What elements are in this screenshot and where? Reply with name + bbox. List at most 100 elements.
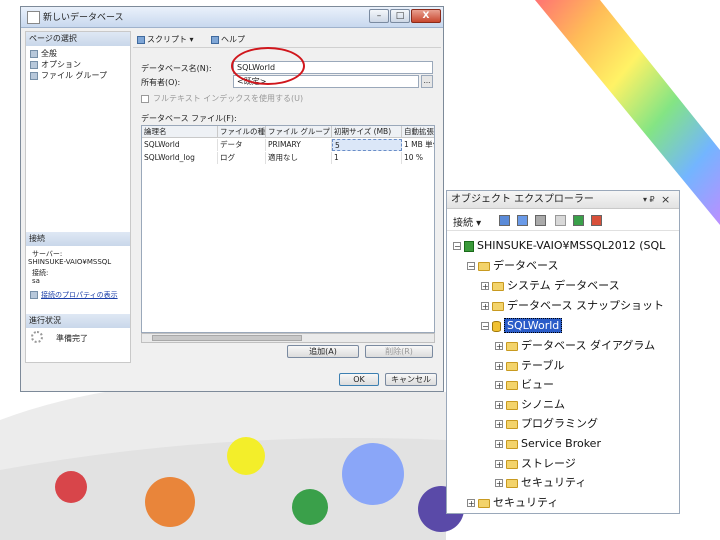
tree-node-label: ストレージ [521,457,576,470]
folder-icon [506,400,518,410]
tree-node-label: シノニム [521,398,565,411]
add-button[interactable]: 追加(A) [287,345,359,358]
folder-icon [478,261,490,271]
expand-icon[interactable]: + [481,282,489,291]
nav-item-options[interactable]: オプション [30,59,81,70]
tree-child-node[interactable]: + ビュー [495,376,554,394]
activity-monitor-icon[interactable] [591,215,602,226]
close-button[interactable]: X [411,9,441,23]
nav-item-label: オプション [41,60,81,69]
script-button[interactable]: スクリプト ▾ [137,34,194,45]
tree-node-label: ビュー [521,378,554,391]
tree-child-node[interactable]: + ストレージ [495,455,576,473]
col-header-logical-name[interactable]: 論理名 [142,126,218,138]
ok-button[interactable]: OK [339,373,379,386]
select-page-header: ページの選択 [26,32,130,46]
title-bar: 新しいデータベース – □ X [21,7,443,28]
expand-icon[interactable]: + [495,401,503,410]
col-header-autogrowth[interactable]: 自動拡張 [402,126,434,138]
tree-node-label: Service Broker [521,437,601,450]
connection-header: 接続 [26,232,130,246]
new-database-dialog: 新しいデータベース – □ X ページの選択 全般 オプション ファイル グルー… [20,6,444,392]
system-databases-label: システム データベース [507,279,620,292]
table-cell[interactable]: SQLWorld_log [142,152,218,164]
pin-icon[interactable]: ▾ ₽ [643,195,655,204]
col-header-file-type[interactable]: ファイルの種類 [218,126,266,138]
expand-icon[interactable]: + [495,440,503,449]
nav-item-general[interactable]: 全般 [30,48,57,59]
tree-node-label: データベース ダイアグラム [521,339,656,352]
tree-node-label: プログラミング [521,417,598,430]
tree-child-node[interactable]: + Service Broker [495,435,601,453]
left-panel: ページの選択 全般 オプション ファイル グループ 接続 サーバー: SHINS… [25,31,131,363]
cancel-button[interactable]: キャンセル [385,373,437,386]
expand-icon[interactable]: + [495,381,503,390]
tree-child-node[interactable]: + プログラミング [495,415,598,433]
folder-icon [506,478,518,488]
view-connection-properties[interactable]: 接続のプロパティの表示 [30,290,118,300]
tree-snapshots-node[interactable]: + データベース スナップショット [481,297,664,315]
col-header-filegroup[interactable]: ファイル グループ [266,126,332,138]
tree-child-node[interactable]: + テーブル [495,357,564,375]
table-cell-selected[interactable]: 5 [332,139,402,151]
expand-icon[interactable]: + [467,499,475,508]
red-circle [55,471,87,503]
minimize-button[interactable]: – [369,9,389,23]
table-cell[interactable]: ログ [218,152,266,164]
close-icon[interactable]: × [661,193,670,206]
maximize-button[interactable]: □ [390,9,410,23]
security-label: セキュリティ [493,496,559,509]
expand-icon[interactable]: + [495,479,503,488]
filter-icon[interactable] [555,215,566,226]
expand-icon[interactable]: + [481,302,489,311]
grid-horizontal-scrollbar[interactable] [141,333,435,343]
tree-node-label: セキュリティ [521,476,587,489]
tree-sqlworld-node[interactable]: − SQLWorld [481,317,563,335]
tree-child-node[interactable]: + セキュリティ [495,474,586,492]
tree-databases-node[interactable]: − データベース [467,257,558,275]
object-explorer-toolbar: 接続 ▾ [447,210,679,231]
table-cell[interactable]: SQLWorld [142,139,218,151]
remove-button[interactable]: 削除(R) [365,345,433,358]
owner-label: 所有者(O): [141,78,181,87]
table-cell[interactable]: 適用なし [266,152,332,164]
nav-item-filegroups[interactable]: ファイル グループ [30,70,107,81]
collapse-icon[interactable]: − [481,322,489,331]
refresh-icon[interactable] [573,215,584,226]
table-cell[interactable]: データ [218,139,266,151]
folder-icon [506,341,518,351]
collapse-icon[interactable]: − [453,242,461,251]
help-label: ヘルプ [221,35,245,44]
database-icon [27,11,40,24]
stop-icon[interactable] [535,215,546,226]
progress-spinner-icon [31,331,43,343]
table-cell[interactable]: 1 MB 単位 [402,139,434,151]
help-button[interactable]: ヘルプ [211,34,245,45]
connect-icon[interactable] [499,215,510,226]
tree-child-node[interactable]: + シノニム [495,396,565,414]
expand-icon[interactable]: + [495,362,503,371]
table-cell[interactable]: PRIMARY [266,139,332,151]
fulltext-checkbox[interactable] [141,95,149,103]
table-cell[interactable]: 1 [332,152,402,164]
table-cell[interactable]: 10 % [402,152,434,164]
tree-child-node[interactable]: + データベース ダイアグラム [495,337,655,355]
connect-button[interactable]: 接続 ▾ [453,214,481,229]
sqlworld-label: SQLWorld [504,318,563,333]
owner-browse-button[interactable]: ... [421,75,433,88]
tree-server-node[interactable]: − SHINSUKE-VAIO¥MSSQL2012 (SQL [453,237,665,255]
dialog-toolbar: スクリプト ▾ ヘルプ [133,31,441,48]
tree-system-databases-node[interactable]: + システム データベース [481,277,620,295]
scrollbar-thumb[interactable] [152,335,302,341]
col-header-initial-size[interactable]: 初期サイズ (MB) [332,126,402,138]
folder-icon [506,380,518,390]
tree-security-node[interactable]: + セキュリティ [467,494,558,512]
expand-icon[interactable]: + [495,420,503,429]
dialog-title: 新しいデータベース [43,13,124,23]
script-label: スクリプト [147,35,187,44]
progress-header: 進行状況 [26,314,130,328]
collapse-icon[interactable]: − [467,262,475,271]
expand-icon[interactable]: + [495,460,503,469]
disconnect-icon[interactable] [517,215,528,226]
expand-icon[interactable]: + [495,342,503,351]
